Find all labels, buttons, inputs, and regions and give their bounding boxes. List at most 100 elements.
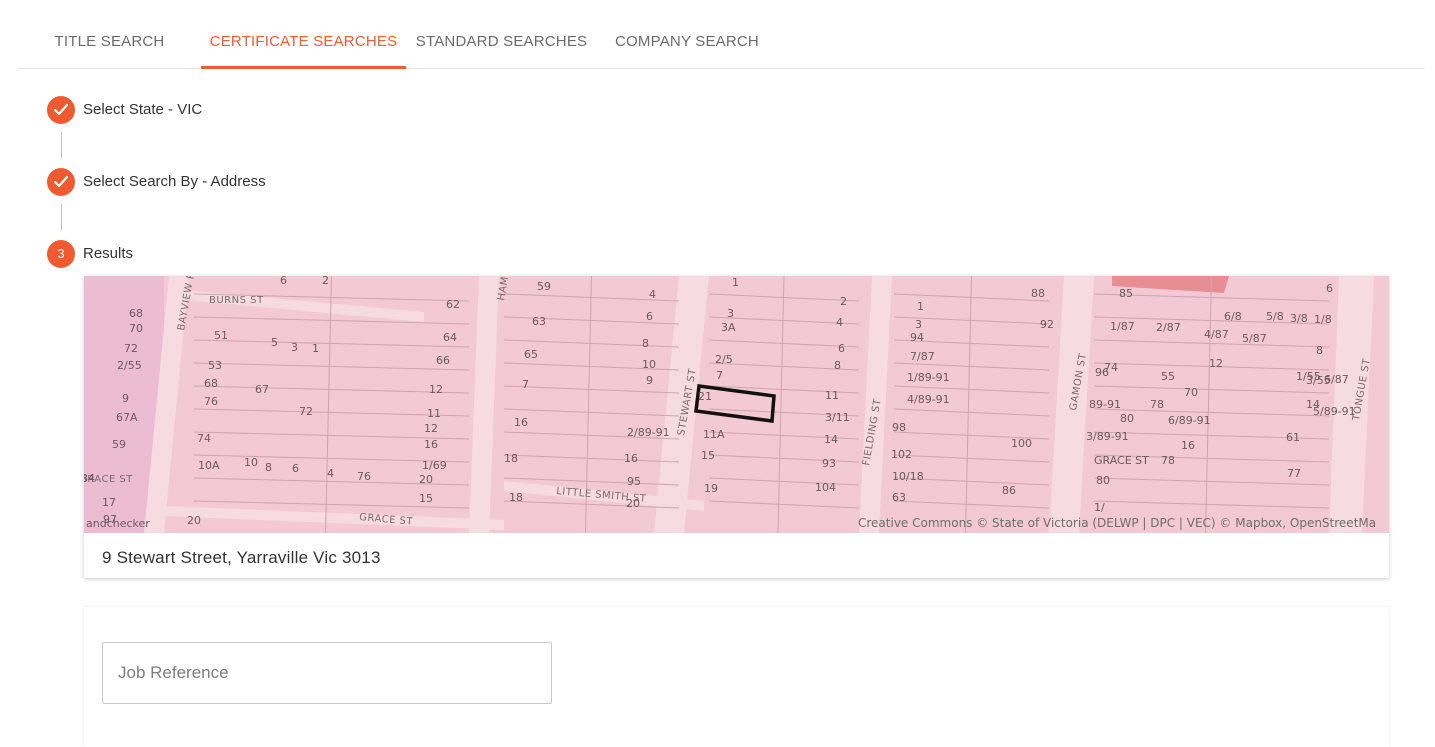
map-lot-number: 3/8	[1290, 312, 1308, 325]
map-lot-number: 3	[291, 341, 298, 354]
map-lot-number: 3A	[721, 321, 736, 334]
map-lot-number: 20	[626, 497, 640, 510]
map-lot-number: 15	[419, 492, 433, 505]
map-lot-number: 6/8	[1224, 310, 1242, 323]
map-lot-number: 63	[532, 315, 546, 328]
map-lot-number: 1	[732, 276, 739, 289]
map-lot-number: 3	[727, 307, 734, 320]
map-street-label: BURNS ST	[209, 295, 264, 306]
step-complete-badge	[47, 168, 75, 196]
map-lot-number: 6	[646, 310, 653, 323]
tab-certificate-searches[interactable]: CERTIFICATE SEARCHES	[201, 0, 406, 69]
map-lot-number: 72	[124, 342, 138, 355]
map-lot-number: 15	[701, 449, 715, 462]
map-lot-number: 20	[419, 473, 433, 486]
step-connector	[61, 132, 62, 158]
map-lot-number: 4	[327, 467, 334, 480]
map-lot-number: 93	[822, 457, 836, 470]
map-lot-number: 16	[1181, 439, 1195, 452]
map-lot-number: 8	[265, 461, 272, 474]
map-lot-number: 12	[424, 422, 438, 435]
map-lot-number: 76	[204, 395, 218, 408]
map-lot-number: 74	[197, 432, 211, 445]
map-watermark: andchecker	[86, 517, 150, 530]
map-lot-number: 59	[112, 438, 126, 451]
map-lot-number: 2	[322, 276, 329, 287]
map-lot-number: 2/87	[1156, 321, 1181, 334]
map-lot-number: 63	[892, 491, 906, 504]
map-lot-number: 5/87	[1242, 332, 1267, 345]
tab-standard-searches[interactable]: STANDARD SEARCHES	[406, 0, 597, 68]
map-lot-number: 66	[436, 354, 450, 367]
map-lot-number: 78	[1161, 454, 1175, 467]
map-lot-number: 70	[129, 322, 143, 335]
map-lot-number: 1/8	[1314, 313, 1332, 326]
map-lot-number: 64	[443, 331, 457, 344]
map-lot-number: 6	[280, 276, 287, 287]
map-lot-number: 7/87	[910, 350, 935, 363]
map-lot-number: 9	[122, 392, 129, 405]
tab-title-search[interactable]: TITLE SEARCH	[18, 0, 201, 68]
map-lot-number: 3	[915, 318, 922, 331]
map-lot-number: 16	[624, 452, 638, 465]
map-lot-number: 98	[892, 421, 906, 434]
map-lot-number: 3/89-91	[1086, 430, 1129, 443]
map-lot-number: 95	[627, 475, 641, 488]
map-lot-number: 55	[1161, 370, 1175, 383]
map-lot-number: 2/5	[715, 353, 733, 366]
map-lot-number: 20	[187, 514, 201, 527]
map-lot-number: 80	[1096, 474, 1110, 487]
map-lot-number: 85	[1119, 287, 1133, 300]
map-lot-number: 100	[1011, 437, 1032, 450]
map-lot-number: 67A	[116, 411, 138, 424]
map-lot-number: 8	[1316, 344, 1323, 357]
map-lot-number: 67	[255, 383, 269, 396]
map-lot-number: 70	[1184, 386, 1198, 399]
check-icon	[53, 175, 69, 188]
map-lot-number: 6/89-91	[1168, 414, 1211, 427]
step-number-badge: 3	[47, 240, 75, 268]
map-lot-number: 51	[214, 329, 228, 342]
map-lot-number: 12	[1209, 357, 1223, 370]
map-lot-number: 1	[312, 342, 319, 355]
map-lot-number: 92	[1040, 318, 1054, 331]
map-lot-number: 68	[129, 307, 143, 320]
map-lot-number: 2/55	[117, 359, 142, 372]
map-lot-number: 77	[1287, 467, 1301, 480]
map-lot-number: 7	[522, 378, 529, 391]
map-lot-number: 4/87	[1204, 328, 1229, 341]
map-lot-number: 19	[704, 482, 718, 495]
map-lot-number: 4	[836, 316, 843, 329]
map-lot-number: 80	[1120, 412, 1134, 425]
map-lot-number: 14	[1306, 398, 1320, 411]
map-lot-number: GRACE ST	[1094, 454, 1149, 467]
job-reference-input[interactable]	[102, 642, 552, 704]
map-lot-number: 61	[1286, 431, 1300, 444]
map-lot-number: 102	[891, 448, 912, 461]
map-lot-number: 96	[1095, 366, 1109, 379]
map-lot-number: 5/8	[1266, 310, 1284, 323]
map-lot-number: 4	[649, 288, 656, 301]
map-lot-number: 94	[910, 331, 924, 344]
step-label: Select Search By - Address	[83, 173, 266, 190]
result-address: 9 Stewart Street, Yarraville Vic 3013	[102, 548, 381, 567]
map-canvas: BURNS STBAYVIEW RHAMILTONSTEWART STFIELD…	[84, 276, 1389, 533]
map-lot-number: 76	[357, 470, 371, 483]
step-complete-badge	[47, 96, 75, 124]
map-lot-number: 2/89-91	[627, 426, 670, 439]
step-label: Results	[83, 245, 134, 262]
map-lot-number: 8	[642, 337, 649, 350]
search-tabs: TITLE SEARCH CERTIFICATE SEARCHES STANDA…	[18, 0, 1425, 69]
map-lot-number: 6	[838, 342, 845, 355]
property-map[interactable]: BURNS STBAYVIEW RHAMILTONSTEWART STFIELD…	[84, 276, 1389, 533]
map-lot-number: 1	[917, 300, 924, 313]
map-lot-number: 84	[84, 472, 95, 485]
map-lot-number: 88	[1031, 287, 1045, 300]
map-lot-number: 1/69	[422, 459, 447, 472]
map-lot-number: 68	[204, 377, 218, 390]
tab-company-search[interactable]: COMPANY SEARCH	[597, 0, 777, 68]
map-lot-number: 17	[102, 496, 116, 509]
map-lot-number: 2	[840, 295, 847, 308]
map-lot-number: 11A	[703, 428, 725, 441]
map-lot-number: 59	[537, 280, 551, 293]
